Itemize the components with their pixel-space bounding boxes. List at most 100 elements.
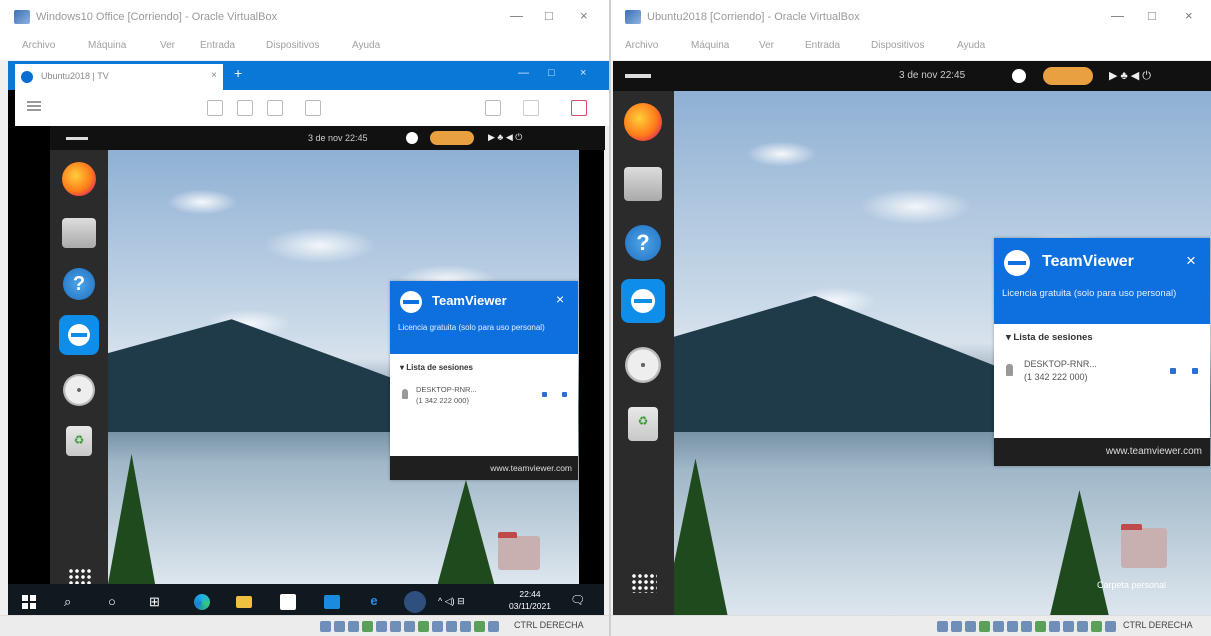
tab-ubuntu-session[interactable]: Ubuntu2018 | TV × bbox=[15, 64, 223, 90]
tree-image bbox=[437, 479, 495, 584]
activities-button[interactable] bbox=[625, 74, 651, 78]
menu-entrada[interactable]: Entrada bbox=[805, 40, 840, 51]
menu-ver[interactable]: Ver bbox=[160, 40, 175, 51]
home-folder-icon[interactable] bbox=[498, 532, 540, 570]
taskbar-clock[interactable]: 22:44 03/11/2021 bbox=[508, 588, 552, 613]
menu-maquina[interactable]: Máquina bbox=[691, 40, 729, 51]
dvd-icon[interactable] bbox=[63, 374, 95, 406]
toolbar-window-icon[interactable] bbox=[207, 100, 223, 116]
trash-icon[interactable] bbox=[628, 407, 658, 441]
teamviewer-icon[interactable] bbox=[621, 279, 665, 323]
trash-icon[interactable] bbox=[66, 426, 92, 456]
menu-ayuda[interactable]: Ayuda bbox=[957, 40, 985, 51]
menu-ayuda[interactable]: Ayuda bbox=[352, 40, 380, 51]
teamviewer-toolbar bbox=[15, 90, 609, 126]
system-tray-icons[interactable]: ▶ ♣ ◀ ⏻ bbox=[488, 132, 522, 143]
system-tray-icons[interactable]: ▶ ♣ ◀ ⏻ bbox=[1109, 69, 1151, 83]
toolbar-chat-icon[interactable] bbox=[305, 100, 321, 116]
ubuntu-topbar: 3 de nov 22:45 ▶ ♣ ◀ ⏻ bbox=[613, 61, 1211, 91]
firefox-icon[interactable] bbox=[62, 162, 96, 196]
show-apps-icon[interactable] bbox=[631, 573, 657, 593]
file-transfer-icon[interactable] bbox=[1192, 368, 1198, 374]
tab-label: Ubuntu2018 | TV bbox=[41, 71, 109, 81]
host-key-label: CTRL DERECHA bbox=[514, 620, 584, 630]
help-icon[interactable]: ? bbox=[63, 268, 95, 300]
search-icon[interactable]: ⌕ bbox=[64, 594, 71, 610]
teamviewer-footer[interactable]: www.teamviewer.com bbox=[994, 438, 1210, 466]
teamviewer-taskbar-icon[interactable] bbox=[404, 591, 426, 613]
menu-archivo[interactable]: Archivo bbox=[625, 40, 658, 51]
remote-control-icon[interactable] bbox=[1170, 368, 1176, 374]
remote-control-icon[interactable] bbox=[542, 392, 547, 397]
cortana-icon[interactable]: ○ bbox=[108, 594, 116, 609]
window-titlebar[interactable]: Ubuntu2018 [Corriendo] - Oracle VirtualB… bbox=[611, 0, 1211, 34]
teamviewer-tray-icon[interactable] bbox=[406, 132, 418, 144]
activities-button[interactable] bbox=[66, 137, 88, 140]
toolbar-display-icon[interactable] bbox=[237, 100, 253, 116]
files-icon[interactable] bbox=[624, 167, 662, 201]
maximize-button[interactable]: □ bbox=[545, 8, 553, 23]
session-list-header[interactable]: ▾ Lista de sesiones bbox=[1006, 332, 1093, 343]
firefox-icon[interactable] bbox=[624, 103, 662, 141]
menu-archivo[interactable]: Archivo bbox=[22, 40, 55, 51]
minimize-button[interactable]: — bbox=[1111, 8, 1124, 23]
teamviewer-icon[interactable] bbox=[59, 315, 99, 355]
task-view-icon[interactable]: ⊞ bbox=[149, 594, 160, 610]
input-indicator[interactable] bbox=[430, 131, 474, 145]
minimize-button[interactable]: — bbox=[510, 8, 523, 23]
files-icon[interactable] bbox=[62, 218, 96, 248]
menu-bar: Archivo Máquina Ver Entrada Dispositivos… bbox=[611, 34, 1211, 60]
session-device-name[interactable]: DESKTOP-RNR... bbox=[1024, 359, 1097, 371]
window-titlebar[interactable]: Windows10 Office [Corriendo] - Oracle Vi… bbox=[0, 0, 609, 34]
session-device-name[interactable]: DESKTOP-RNR... bbox=[416, 385, 477, 395]
session-list-header[interactable]: ▾ Lista de sesiones bbox=[400, 363, 473, 372]
teamviewer-tray-icon[interactable] bbox=[1012, 69, 1026, 83]
tv-close-button[interactable]: × bbox=[580, 67, 586, 79]
store-icon[interactable] bbox=[280, 594, 296, 610]
end-session-icon[interactable] bbox=[571, 100, 587, 116]
menu-ver[interactable]: Ver bbox=[759, 40, 774, 51]
close-icon[interactable]: × bbox=[556, 291, 564, 307]
ubuntu-clock[interactable]: 3 de nov 22:45 bbox=[308, 133, 368, 143]
file-explorer-icon[interactable] bbox=[236, 596, 252, 608]
file-transfer-icon[interactable] bbox=[562, 392, 567, 397]
windows-start-icon[interactable] bbox=[22, 595, 36, 609]
close-button[interactable]: × bbox=[580, 8, 588, 23]
menu-entrada[interactable]: Entrada bbox=[200, 40, 235, 51]
teamviewer-header: TeamViewer × Licencia gratuita (solo par… bbox=[390, 281, 578, 354]
menu-icon[interactable] bbox=[27, 101, 41, 111]
menu-dispositivos[interactable]: Dispositivos bbox=[871, 40, 924, 51]
ubuntu-clock[interactable]: 3 de nov 22:45 bbox=[899, 70, 965, 81]
notifications-icon[interactable]: 🗨 bbox=[570, 593, 585, 607]
ie-icon[interactable]: e bbox=[366, 593, 382, 611]
close-icon[interactable]: × bbox=[1186, 251, 1196, 271]
collapse-icon[interactable] bbox=[523, 100, 539, 116]
mail-icon[interactable] bbox=[324, 595, 340, 609]
new-tab-button[interactable]: + bbox=[234, 65, 242, 81]
teamviewer-footer[interactable]: www.teamviewer.com bbox=[390, 456, 578, 480]
maximize-button[interactable]: □ bbox=[1148, 8, 1156, 23]
menu-dispositivos[interactable]: Dispositivos bbox=[266, 40, 319, 51]
device-status-icons[interactable] bbox=[937, 621, 1116, 632]
tv-maximize-button[interactable]: □ bbox=[548, 67, 555, 79]
virtualbox-icon bbox=[625, 10, 641, 24]
tray-icons[interactable]: ^ ◁) ⊟ bbox=[438, 596, 465, 607]
license-text: Licencia gratuita (solo para uso persona… bbox=[398, 323, 545, 332]
clock-time: 22:44 bbox=[519, 589, 541, 599]
toolbar-files-icon[interactable] bbox=[267, 100, 283, 116]
device-status-icons[interactable] bbox=[320, 621, 499, 632]
tv-minimize-button[interactable]: — bbox=[518, 67, 529, 79]
menu-maquina[interactable]: Máquina bbox=[88, 40, 126, 51]
close-button[interactable]: × bbox=[1185, 8, 1193, 23]
home-folder-icon[interactable] bbox=[1121, 524, 1167, 568]
input-indicator[interactable] bbox=[1043, 67, 1093, 85]
edge-icon[interactable] bbox=[194, 594, 210, 610]
clock-date: 03/11/2021 bbox=[509, 601, 551, 612]
teamviewer-tab-bar: Ubuntu2018 | TV × + — □ × bbox=[8, 61, 609, 90]
computer-user-icon bbox=[1006, 364, 1013, 376]
show-apps-icon[interactable] bbox=[68, 568, 92, 584]
tab-close-icon[interactable]: × bbox=[211, 70, 217, 81]
dvd-icon[interactable] bbox=[625, 347, 661, 383]
help-icon[interactable]: ? bbox=[625, 225, 661, 261]
fullscreen-icon[interactable] bbox=[485, 100, 501, 116]
